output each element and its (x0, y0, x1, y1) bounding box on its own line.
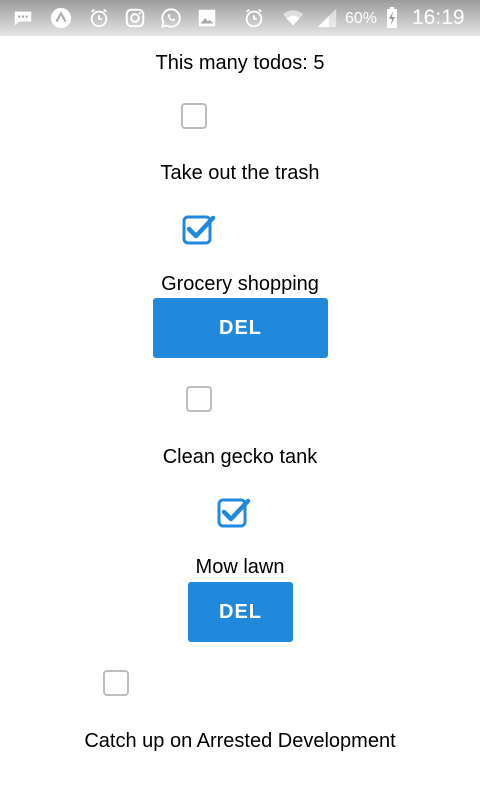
todo-app: This many todos: 5 Take out the trash Gr… (0, 0, 480, 800)
todo-label: Mow lawn (195, 556, 285, 578)
checkbox-checked-icon (217, 498, 251, 528)
todo-checkbox[interactable] (181, 103, 207, 129)
todo-checkbox-checked[interactable] (182, 213, 216, 245)
todo-label: Catch up on Arrested Development (84, 730, 396, 752)
todo-label: Take out the trash (160, 162, 320, 184)
delete-button[interactable]: DEL (188, 582, 293, 642)
todo-checkbox[interactable] (186, 386, 212, 412)
todo-count-label: This many todos: 5 (155, 52, 325, 74)
todo-label: Grocery shopping (161, 273, 319, 295)
todo-label: Clean gecko tank (162, 446, 318, 468)
delete-button[interactable]: DEL (153, 298, 328, 358)
checkbox-checked-icon (182, 215, 216, 245)
todo-checkbox[interactable] (103, 670, 129, 696)
todo-checkbox-checked[interactable] (217, 496, 251, 528)
